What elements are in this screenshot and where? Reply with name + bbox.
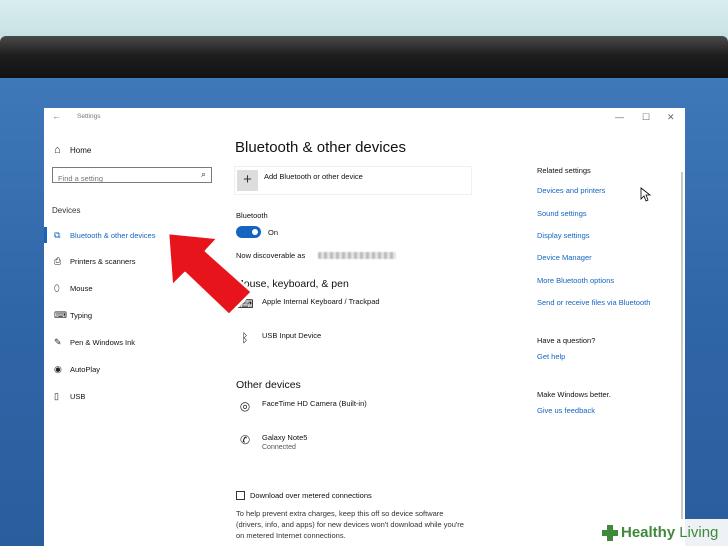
cross-logo-icon — [600, 523, 620, 543]
bluetooth-icon: ᛒ — [241, 331, 249, 345]
minimize-button[interactable]: — — [615, 112, 624, 122]
sidebar-item-label: USB — [70, 391, 86, 401]
device-status: Connected — [262, 444, 296, 451]
plus-icon: + — [237, 170, 258, 191]
window-title: Settings — [77, 113, 101, 120]
watermark-brand-bold: Healthy — [621, 524, 676, 541]
autoplay-icon: ◉ — [54, 363, 62, 374]
search-input[interactable] — [53, 171, 198, 186]
metered-description: To help prevent extra charges, keep this… — [236, 509, 464, 540]
link-get-help[interactable]: Get help — [537, 352, 565, 361]
device-name: USB Input Device — [262, 331, 322, 340]
scrollbar[interactable] — [681, 172, 683, 542]
monitor-bezel — [0, 36, 728, 84]
nav-home[interactable]: ⌂ Home — [54, 143, 91, 157]
webcam-icon: ◎ — [239, 399, 251, 413]
discoverable-label: Now discoverable as — [236, 251, 306, 260]
sidebar-item-typing[interactable]: ⌨ Typing — [54, 308, 214, 322]
add-device-label: Add Bluetooth or other device — [264, 172, 363, 181]
pen-icon: ✎ — [54, 336, 62, 347]
device-name: FaceTime HD Camera (Built-in) — [262, 399, 367, 408]
toggle-state-label: On — [268, 228, 279, 237]
other-section-title: Other devices — [236, 379, 301, 391]
blurred-device-name — [318, 252, 396, 259]
sidebar-item-label: Pen & Windows Ink — [70, 337, 136, 347]
home-icon: ⌂ — [54, 144, 61, 156]
close-button[interactable]: ✕ — [667, 112, 675, 123]
related-settings-title: Related settings — [537, 166, 591, 175]
keyboard-icon: ⌨ — [236, 297, 254, 311]
settings-window: ← Settings — ☐ ✕ ⌂ Home ⌕ Devices ⧉ Blue… — [44, 108, 685, 546]
link-display-settings[interactable]: Display settings — [537, 231, 590, 240]
device-name: Galaxy Note5 — [262, 433, 308, 442]
keyboard-icon: ⌨ — [54, 309, 67, 320]
bluetooth-toggle[interactable] — [236, 226, 261, 238]
add-device-button[interactable]: + Add Bluetooth or other device — [235, 167, 471, 194]
bluetooth-devices-icon: ⧉ — [54, 229, 61, 240]
link-more-bluetooth[interactable]: More Bluetooth options — [537, 276, 614, 285]
bluetooth-label: Bluetooth — [236, 211, 268, 220]
question-title: Have a question? — [537, 336, 596, 345]
printer-icon: ⎙ — [54, 255, 62, 266]
metered-label: Download over metered connections — [250, 491, 372, 500]
mouse-cursor-icon — [640, 187, 652, 202]
device-name: Apple Internal Keyboard / Trackpad — [262, 297, 380, 306]
usb-icon: ▯ — [54, 390, 59, 401]
metered-checkbox-row[interactable]: Download over metered connections — [236, 491, 372, 500]
page-title: Bluetooth & other devices — [235, 139, 406, 156]
sidebar-item-label: Bluetooth & other devices — [70, 230, 156, 240]
link-sound-settings[interactable]: Sound settings — [537, 209, 587, 218]
sidebar-item-label: Typing — [70, 310, 93, 320]
link-send-receive[interactable]: Send or receive files via Bluetooth — [537, 298, 650, 307]
sidebar-item-printers[interactable]: ⎙ Printers & scanners — [54, 254, 214, 268]
nav-section-devices: Devices — [52, 206, 81, 215]
feedback-title: Make Windows better. — [537, 390, 611, 399]
title-bar: ← Settings — ☐ ✕ — [44, 108, 685, 128]
sidebar-item-label: Mouse — [70, 283, 93, 293]
nav-home-label: Home — [70, 145, 92, 155]
link-device-manager[interactable]: Device Manager — [537, 253, 592, 262]
back-arrow-icon[interactable]: ← — [52, 111, 61, 121]
sidebar-item-bluetooth[interactable]: ⧉ Bluetooth & other devices — [54, 228, 214, 242]
background-top — [0, 0, 728, 40]
watermark-logo: Healthy Living — [596, 519, 728, 546]
sidebar-item-mouse[interactable]: ⬯ Mouse — [54, 281, 214, 295]
sidebar-item-label: Printers & scanners — [70, 256, 136, 266]
metered-checkbox[interactable] — [236, 491, 245, 500]
sidebar-item-usb[interactable]: ▯ USB — [54, 389, 214, 403]
sidebar-item-label: AutoPlay — [70, 364, 101, 374]
search-icon[interactable]: ⌕ — [201, 169, 206, 180]
phone-icon: ✆ — [239, 433, 251, 447]
mouse-section-title: Mouse, keyboard, & pen — [235, 278, 349, 290]
sidebar-item-pen[interactable]: ✎ Pen & Windows Ink — [54, 335, 214, 349]
watermark-brand-light: Living — [679, 524, 719, 541]
sidebar-item-autoplay[interactable]: ◉ AutoPlay — [54, 362, 214, 376]
search-box[interactable]: ⌕ — [52, 167, 212, 186]
mouse-icon: ⬯ — [54, 282, 60, 293]
link-devices-printers[interactable]: Devices and printers — [537, 186, 605, 195]
maximize-button[interactable]: ☐ — [642, 112, 650, 123]
link-give-feedback[interactable]: Give us feedback — [537, 406, 595, 415]
active-indicator — [44, 227, 47, 243]
